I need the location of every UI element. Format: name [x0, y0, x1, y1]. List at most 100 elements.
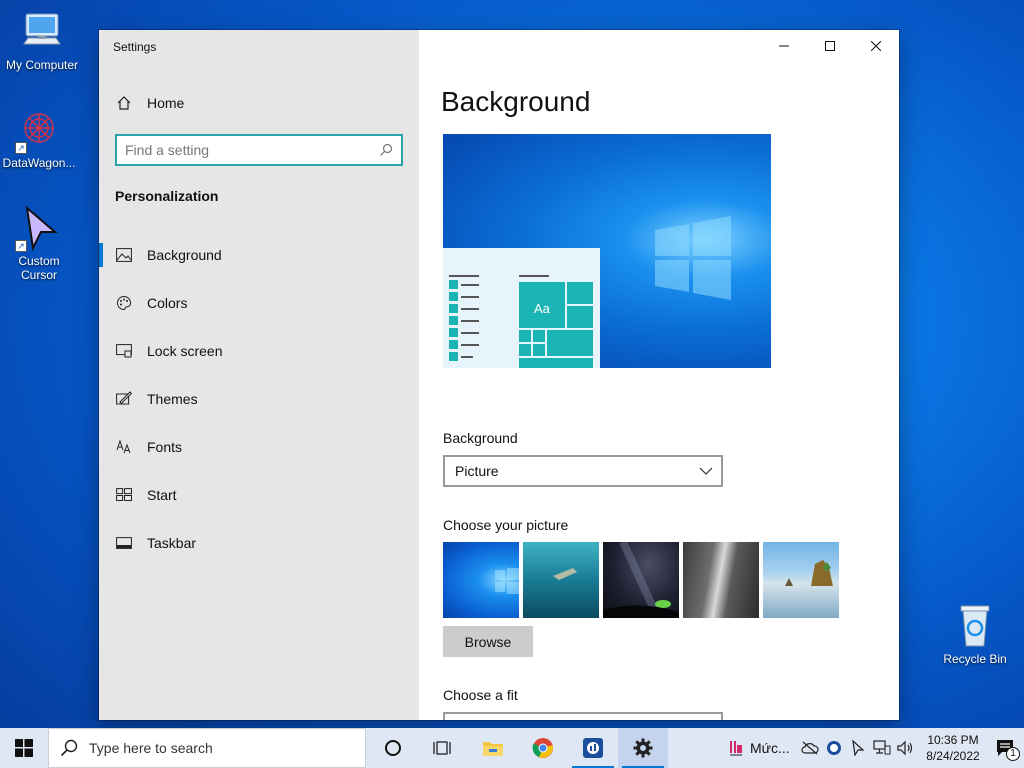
desktop-icon-custom-cursor[interactable]: ↗ Custom Cursor — [0, 204, 81, 282]
taskbar-clock[interactable]: 10:36 PM 8/24/2022 — [918, 732, 988, 764]
sidebar-item-label: Lock screen — [147, 343, 223, 359]
action-center-button[interactable]: 1 — [988, 728, 1024, 768]
volume-icon[interactable] — [894, 728, 918, 768]
dropdown-value: Picture — [455, 463, 499, 479]
window-caption-buttons — [761, 30, 899, 62]
sidebar-item-background[interactable]: Background — [99, 235, 419, 275]
windows-logo-icon — [15, 739, 33, 757]
page-title: Background — [441, 86, 591, 117]
taskbar-app-file-explorer[interactable] — [468, 728, 518, 768]
chevron-down-icon — [699, 467, 713, 475]
sidebar-item-label: Start — [147, 487, 177, 503]
choose-picture-label: Choose your picture — [443, 517, 569, 533]
datawagon-icon: ↗ — [15, 106, 63, 154]
picture-thumb-underwater[interactable] — [523, 542, 599, 618]
desktop-icon-my-computer[interactable]: My Computer — [0, 8, 84, 72]
desktop-icon-label: My Computer — [5, 58, 79, 72]
maximize-button[interactable] — [807, 30, 853, 62]
sidebar-item-fonts[interactable]: Fonts — [99, 427, 419, 467]
taskbar: Type here to search Mức... 10:36 PM 8/24… — [0, 728, 1024, 768]
shortcut-arrow-icon: ↗ — [15, 142, 27, 154]
cursor-arrow-icon: ↗ — [15, 204, 63, 252]
choose-fit-label: Choose a fit — [443, 687, 518, 703]
folder-icon — [483, 742, 503, 756]
sidebar-item-label: Taskbar — [147, 535, 197, 551]
recycle-bin-icon — [951, 602, 999, 650]
close-icon — [871, 41, 881, 51]
network-icon[interactable] — [870, 728, 894, 768]
settings-window: Settings Home Personalization Background — [99, 30, 899, 720]
picture-thumb-windows-light[interactable] — [443, 542, 519, 618]
sidebar-item-home[interactable]: Home — [99, 83, 419, 123]
cortana-button[interactable] — [368, 728, 418, 768]
sidebar-item-taskbar[interactable]: Taskbar — [99, 523, 419, 563]
main-content: Background Aa Background Picture Choose … — [419, 30, 899, 720]
chrome-icon — [532, 738, 553, 758]
notification-count-badge: 1 — [1006, 747, 1020, 761]
picture-thumbnails — [443, 542, 839, 618]
window-title: Settings — [113, 40, 157, 54]
gear-icon — [633, 738, 653, 758]
cortana-circle-icon — [385, 740, 401, 756]
desktop-icon-recycle-bin[interactable]: Recycle Bin — [933, 602, 1017, 666]
desktop-icon-datawagon[interactable]: ↗ DataWagon... — [0, 106, 81, 170]
taskbar-search-box[interactable]: Type here to search — [48, 728, 366, 768]
search-icon[interactable] — [371, 136, 401, 164]
sidebar-item-start[interactable]: Start — [99, 475, 419, 515]
sidebar-item-lock-screen[interactable]: Lock screen — [99, 331, 419, 371]
cursor-tray-icon[interactable] — [846, 728, 870, 768]
desktop-icon-label: Custom Cursor — [18, 254, 60, 282]
sidebar-item-colors[interactable]: Colors — [99, 283, 419, 323]
background-label: Background — [443, 430, 518, 446]
tray-app-text[interactable]: Mức... — [750, 740, 798, 756]
start-button[interactable] — [0, 728, 48, 768]
sidebar-item-label: Colors — [147, 295, 188, 311]
sidebar-item-label: Themes — [147, 391, 198, 407]
search-icon — [49, 739, 89, 757]
taskbar-icon — [115, 534, 133, 552]
find-setting-input[interactable] — [117, 142, 371, 158]
task-view-icon — [433, 741, 451, 755]
find-setting-search-box[interactable] — [115, 134, 403, 166]
start-icon — [115, 486, 133, 504]
tray-app-icon[interactable] — [722, 728, 750, 768]
taskbar-app-chrome[interactable] — [518, 728, 568, 768]
picture-thumb-beach[interactable] — [763, 542, 839, 618]
browse-button[interactable]: Browse — [443, 626, 533, 657]
sidebar-item-label: Fonts — [147, 439, 183, 455]
system-tray: Mức... 10:36 PM 8/24/2022 1 — [722, 728, 1024, 768]
taskbar-app-settings[interactable] — [618, 728, 668, 768]
home-icon — [115, 94, 133, 112]
picture-thumb-rock-waterfall[interactable] — [683, 542, 759, 618]
section-heading: Personalization — [115, 188, 219, 204]
background-type-dropdown[interactable]: Picture — [443, 455, 723, 487]
background-preview: Aa — [443, 134, 771, 368]
sidebar-item-label: Home — [147, 95, 185, 111]
maximize-icon — [825, 41, 835, 51]
minimize-icon — [779, 45, 789, 47]
computer-icon — [18, 8, 66, 56]
sidebar-item-themes[interactable]: Themes — [99, 379, 419, 419]
onedrive-offline-icon[interactable] — [798, 728, 822, 768]
taskbar-search-placeholder: Type here to search — [89, 740, 213, 756]
themes-icon — [115, 390, 133, 408]
sidebar: Settings Home Personalization Background — [99, 30, 419, 720]
fit-dropdown[interactable] — [443, 712, 723, 720]
blue-app-icon — [583, 738, 603, 758]
lock-screen-icon — [115, 342, 133, 360]
sidebar-item-label: Background — [147, 247, 222, 263]
minimize-button[interactable] — [761, 30, 807, 62]
task-view-button[interactable] — [418, 728, 468, 768]
fonts-icon — [115, 438, 133, 456]
close-button[interactable] — [853, 30, 899, 62]
preview-sample-text: Aa — [534, 301, 550, 316]
clock-date: 8/24/2022 — [926, 749, 980, 763]
clock-time: 10:36 PM — [927, 733, 979, 747]
picture-icon — [115, 246, 133, 264]
shortcut-arrow-icon: ↗ — [15, 240, 27, 252]
desktop-icon-label: DataWagon... — [2, 156, 76, 170]
taskbar-app-blue[interactable] — [568, 728, 618, 768]
picture-thumb-night-sky[interactable] — [603, 542, 679, 618]
palette-icon — [115, 294, 133, 312]
blue-app-tray-icon[interactable] — [822, 728, 846, 768]
